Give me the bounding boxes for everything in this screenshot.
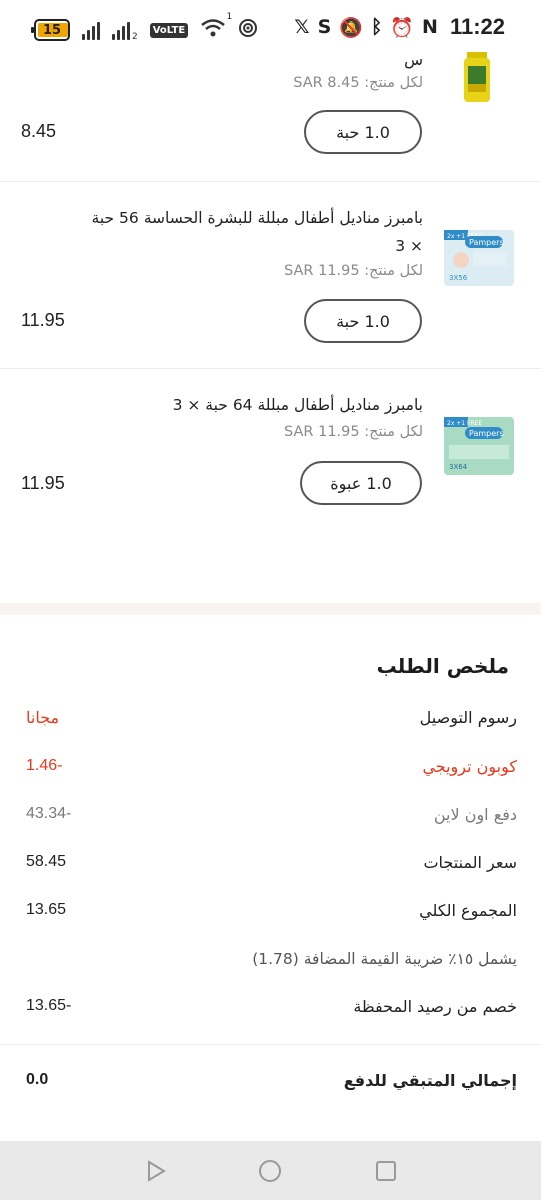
product-title: بامبرز مناديل أطفال مبللة للبشرة الحساسة… — [91, 209, 423, 255]
cart-item: س لكل منتج: SAR 8.45 1.0 حبة 8.45 — [0, 51, 541, 182]
line-total: 11.95 — [21, 473, 65, 493]
s-icon: S — [317, 16, 332, 38]
summary-row-delivery: رسوم التوصيل مجانا — [0, 708, 541, 736]
battery-icon: 15 — [31, 19, 70, 41]
signal-icon — [82, 20, 100, 40]
nfc-icon: N — [422, 16, 438, 38]
product-image: 2x +1 FREE Pampers 3X56 — [443, 222, 515, 294]
summary-label: المجموع الكلي — [419, 901, 517, 920]
x-icon: 𝕏 — [294, 16, 310, 38]
volte-badge: VoLTE — [149, 22, 189, 38]
home-circle-icon[interactable] — [258, 1159, 282, 1183]
summary-row-coupon: كوبون ترويجي 1.46- — [0, 757, 541, 785]
battery-level: 15 — [42, 22, 62, 38]
section-gap — [0, 603, 541, 615]
summary-row-remaining-total: إجمالي المتبقي للدفع 0.0 — [0, 1071, 541, 1099]
signal-icon-2 — [112, 20, 130, 40]
thumb-count: 3X56 — [449, 274, 468, 282]
thumb-brand: Pampers — [469, 238, 504, 247]
line-total: 11.95 — [21, 310, 65, 330]
quantity-button[interactable]: 1.0 حبة — [304, 110, 422, 154]
bell-off-icon: 🔕 — [339, 16, 363, 39]
summary-value: 43.34- — [26, 805, 72, 822]
product-image: 2x +1 FREE Pampers 3X64 — [443, 415, 515, 487]
summary-row-grand-total: المجموع الكلي 13.65 — [0, 901, 541, 929]
recents-square-icon[interactable] — [374, 1159, 398, 1183]
wifi-icon: 1 — [200, 12, 232, 42]
divider — [0, 1044, 541, 1045]
bluetooth-icon: ᛒ — [370, 16, 383, 38]
summary-label: إجمالي المتبقي للدفع — [343, 1071, 517, 1090]
vat-note: يشمل ١٥٪ ضريبة القيمة المضافة (1.78) — [252, 950, 517, 968]
summary-label: خصم من رصيد المحفظة — [353, 997, 517, 1016]
product-unit-price: لكل منتج: SAR 11.95 — [284, 263, 423, 279]
product-title: بامبرز مناديل أطفال مبللة 64 حبة × 3 — [172, 396, 423, 414]
summary-row-products-price: سعر المنتجات 58.45 — [0, 853, 541, 881]
summary-label: سعر المنتجات — [423, 853, 517, 872]
product-unit-price: لكل منتج: SAR 11.95 — [284, 424, 423, 440]
order-summary-title: ملخص الطلب — [376, 654, 509, 678]
product-unit-price: لكل منتج: SAR 8.45 — [293, 75, 423, 91]
sim-slot-label: 2 — [132, 32, 138, 42]
cart-item: 2x +1 FREE Pampers 3X64 بامبرز مناديل أط… — [0, 369, 541, 529]
hotspot-icon — [238, 18, 258, 42]
cart-item: 2x +1 FREE Pampers 3X56 بامبرز مناديل أط… — [0, 182, 541, 368]
alarm-icon: ⏰ — [390, 16, 415, 39]
summary-value: 13.65 — [26, 901, 67, 918]
thumb-badge: 2x +1 FREE — [447, 420, 482, 427]
quantity-button[interactable]: 1.0 عبوة — [300, 461, 422, 505]
system-nav-bar — [0, 1141, 541, 1200]
clock: 11:22 — [449, 14, 505, 39]
thumb-brand: Pampers — [469, 429, 504, 438]
summary-value: 1.46- — [26, 757, 63, 774]
wifi-superscript: 1 — [226, 12, 233, 22]
summary-label: دفع اون لاين — [433, 805, 517, 824]
summary-value: مجانا — [26, 710, 60, 727]
thumb-count: 3X64 — [449, 463, 468, 471]
summary-value: 13.65- — [26, 997, 72, 1014]
line-total: 8.45 — [21, 121, 57, 141]
product-title: س — [404, 51, 423, 69]
summary-label: كوبون ترويجي — [422, 757, 517, 776]
summary-value: 58.45 — [26, 853, 67, 870]
summary-row-wallet: خصم من رصيد المحفظة 13.65- — [0, 997, 541, 1025]
quantity-button[interactable]: 1.0 حبة — [304, 299, 422, 343]
back-triangle-icon[interactable] — [144, 1159, 168, 1183]
summary-value: 0.0 — [26, 1071, 49, 1088]
summary-label: رسوم التوصيل — [419, 708, 517, 727]
product-image — [447, 52, 507, 108]
summary-row-online-payment: دفع اون لاين 43.34- — [0, 805, 541, 833]
